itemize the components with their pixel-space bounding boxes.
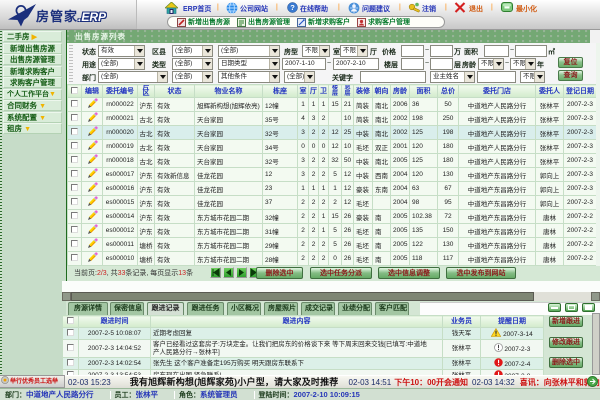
svg-text:?: ? — [290, 3, 295, 12]
